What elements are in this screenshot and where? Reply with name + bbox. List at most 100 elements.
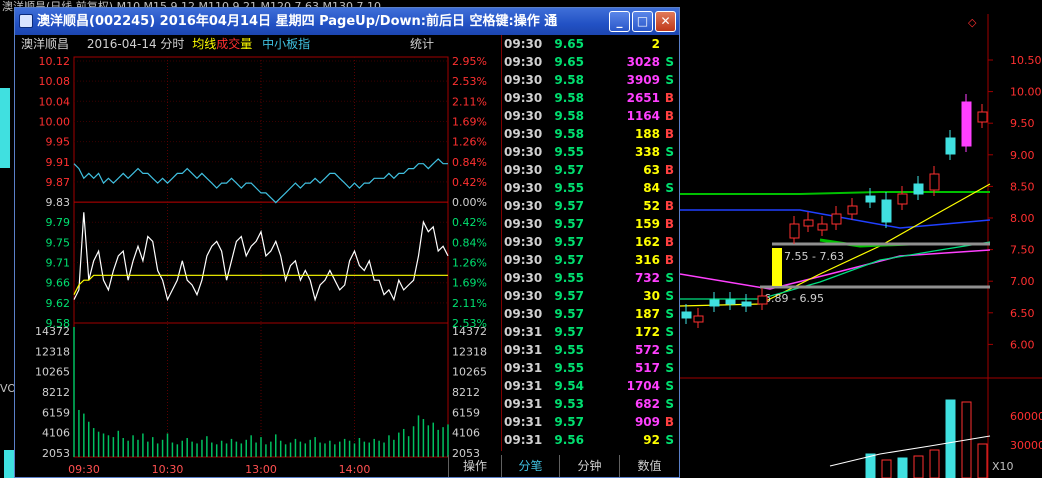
trade-row[interactable]: 09:30 9.65 2 <box>502 35 680 53</box>
trade-price: 9.58 <box>554 127 584 141</box>
price-tick-label: 9.79 <box>46 216 71 229</box>
trade-row[interactable]: 09:30 9.58 3909 S <box>502 71 680 89</box>
bg-annotation-high: 7.55 - 7.63 <box>784 250 844 263</box>
trade-row[interactable]: 09:30 9.55 84 S <box>502 179 680 197</box>
trade-volume: 3909 <box>626 73 660 87</box>
trade-row[interactable]: 09:31 9.56 92 S <box>502 431 680 449</box>
bg-candle <box>977 111 988 123</box>
volume-tick-label-right: 6159 <box>452 406 480 419</box>
price-tick-label: 9.95 <box>46 136 71 149</box>
chart-date: 2016-04-14 分时 <box>86 37 185 51</box>
trade-time: 09:30 <box>504 55 543 69</box>
trade-row[interactable]: 09:30 9.57 187 S <box>502 305 680 323</box>
time-tick-label: 14:00 <box>339 463 371 476</box>
trade-time: 09:30 <box>504 145 543 159</box>
trade-row[interactable]: 09:30 9.58 1164 B <box>502 107 680 125</box>
trade-side: B <box>664 217 674 231</box>
pct-tick-label: 2.11% <box>452 95 487 108</box>
pct-tick-label: 1.69% <box>452 277 487 290</box>
trade-price: 9.57 <box>554 307 584 321</box>
bg-volume-bar <box>929 449 940 478</box>
trade-row[interactable]: 09:30 9.58 188 B <box>502 125 680 143</box>
trade-row[interactable]: 09:30 9.57 52 B <box>502 197 680 215</box>
trade-price: 9.54 <box>554 379 584 393</box>
trade-volume: 909 <box>634 415 660 429</box>
trade-row[interactable]: 09:30 9.65 3028 S <box>502 53 680 71</box>
bg-highlight-candle <box>772 248 782 286</box>
trade-volume: 159 <box>634 217 660 231</box>
trade-row[interactable]: 09:30 9.57 162 B <box>502 233 680 251</box>
trade-row[interactable]: 09:30 9.55 732 S <box>502 269 680 287</box>
trade-time: 09:30 <box>504 91 543 105</box>
trade-row[interactable]: 09:30 9.55 338 S <box>502 143 680 161</box>
trade-time: 09:30 <box>504 37 543 51</box>
tab-1[interactable]: 分笔 <box>501 455 559 477</box>
bg-price-label: 9.00 <box>1010 149 1035 162</box>
bg-volume-bar <box>977 443 988 478</box>
time-tick-label: 09:30 <box>68 463 100 476</box>
trade-volume: 572 <box>634 343 660 357</box>
bg-candle <box>881 199 892 223</box>
detail-tabs: 操作 分笔 分钟 数值 <box>448 455 679 477</box>
pct-tick-label: 1.26% <box>452 257 487 270</box>
trade-side: B <box>664 91 674 105</box>
stats-button[interactable]: 统计 <box>410 35 434 53</box>
trade-price: 9.55 <box>554 145 584 159</box>
trade-volume: 188 <box>634 127 660 141</box>
trade-price: 9.53 <box>554 397 584 411</box>
trade-time: 09:30 <box>504 307 543 321</box>
trade-row[interactable]: 09:31 9.55 517 S <box>502 359 680 377</box>
bg-price-label: 10.50 <box>1010 54 1042 67</box>
trade-row[interactable]: 09:30 9.57 316 B <box>502 251 680 269</box>
bg-candle <box>741 301 752 307</box>
bg-price-label: 7.00 <box>1010 275 1035 288</box>
minimize-button[interactable]: _ <box>609 11 630 32</box>
bg-price-label: 8.00 <box>1010 212 1035 225</box>
bg-candle <box>789 223 800 239</box>
pct-tick-label: 2.95% <box>452 55 487 68</box>
trade-volume: 187 <box>634 307 660 321</box>
trade-row[interactable]: 09:30 9.58 2651 B <box>502 89 680 107</box>
bg-candle <box>897 193 908 205</box>
trade-row[interactable]: 09:31 9.57 909 B <box>502 413 680 431</box>
trade-row[interactable]: 09:31 9.53 682 S <box>502 395 680 413</box>
avg-line-label[interactable]: 均线 <box>192 37 216 51</box>
bg-candle <box>831 213 842 225</box>
trade-row[interactable]: 09:31 9.57 172 S <box>502 323 680 341</box>
trade-price: 9.57 <box>554 415 584 429</box>
trade-row[interactable]: 09:31 9.55 572 S <box>502 341 680 359</box>
left-volume-bar <box>4 450 14 478</box>
trade-row[interactable]: 09:30 9.57 63 B <box>502 161 680 179</box>
trade-volume: 732 <box>634 271 660 285</box>
price-tick-label: 9.91 <box>46 156 71 169</box>
trade-volume: 162 <box>634 235 660 249</box>
trade-list[interactable]: 09:30 9.65 2 09:30 9.65 3028 S 09:30 9.58 3909 S 09… <box>501 35 679 451</box>
bg-candle <box>803 219 814 227</box>
window-title: 澳洋顺昌(002245) 2016年04月14日 星期四 PageUp/Down… <box>37 14 558 29</box>
trade-time: 09:30 <box>504 181 543 195</box>
price-tick-label: 9.75 <box>46 236 71 249</box>
trade-time: 09:31 <box>504 415 543 429</box>
bg-price-label: 7.50 <box>1010 244 1035 257</box>
trade-volume: 1164 <box>626 109 660 123</box>
tab-2[interactable]: 分钟 <box>559 455 619 477</box>
trade-row[interactable]: 09:30 9.57 30 S <box>502 287 680 305</box>
bg-candle <box>817 223 828 231</box>
tab-3[interactable]: 数值 <box>619 455 679 477</box>
price-tick-label: 10.08 <box>39 75 71 88</box>
close-button[interactable]: ✕ <box>655 11 676 32</box>
trade-row[interactable]: 09:30 9.57 159 B <box>502 215 680 233</box>
left-candle <box>0 88 10 168</box>
trade-row[interactable]: 09:31 9.54 1704 S <box>502 377 680 395</box>
index-label[interactable]: 中小板指 <box>262 37 310 51</box>
trade-side: S <box>665 307 674 321</box>
bg-volume-bar <box>897 457 908 478</box>
window-titlebar[interactable]: 澳洋顺昌(002245) 2016年04月14日 星期四 PageUp/Down… <box>15 8 679 35</box>
tab-0[interactable]: 操作 <box>448 455 501 477</box>
pct-tick-label: 0.00% <box>452 196 487 209</box>
trade-time: 09:31 <box>504 343 543 357</box>
intraday-chart: 10.12 2.95% 10.08 2.53% 10.04 2.11% 10.00 1.69%… <box>35 55 487 476</box>
maximize-button[interactable]: □ <box>632 11 653 32</box>
price-tick-label: 9.71 <box>46 257 71 270</box>
volume-tick-label-right: 12318 <box>452 345 487 358</box>
